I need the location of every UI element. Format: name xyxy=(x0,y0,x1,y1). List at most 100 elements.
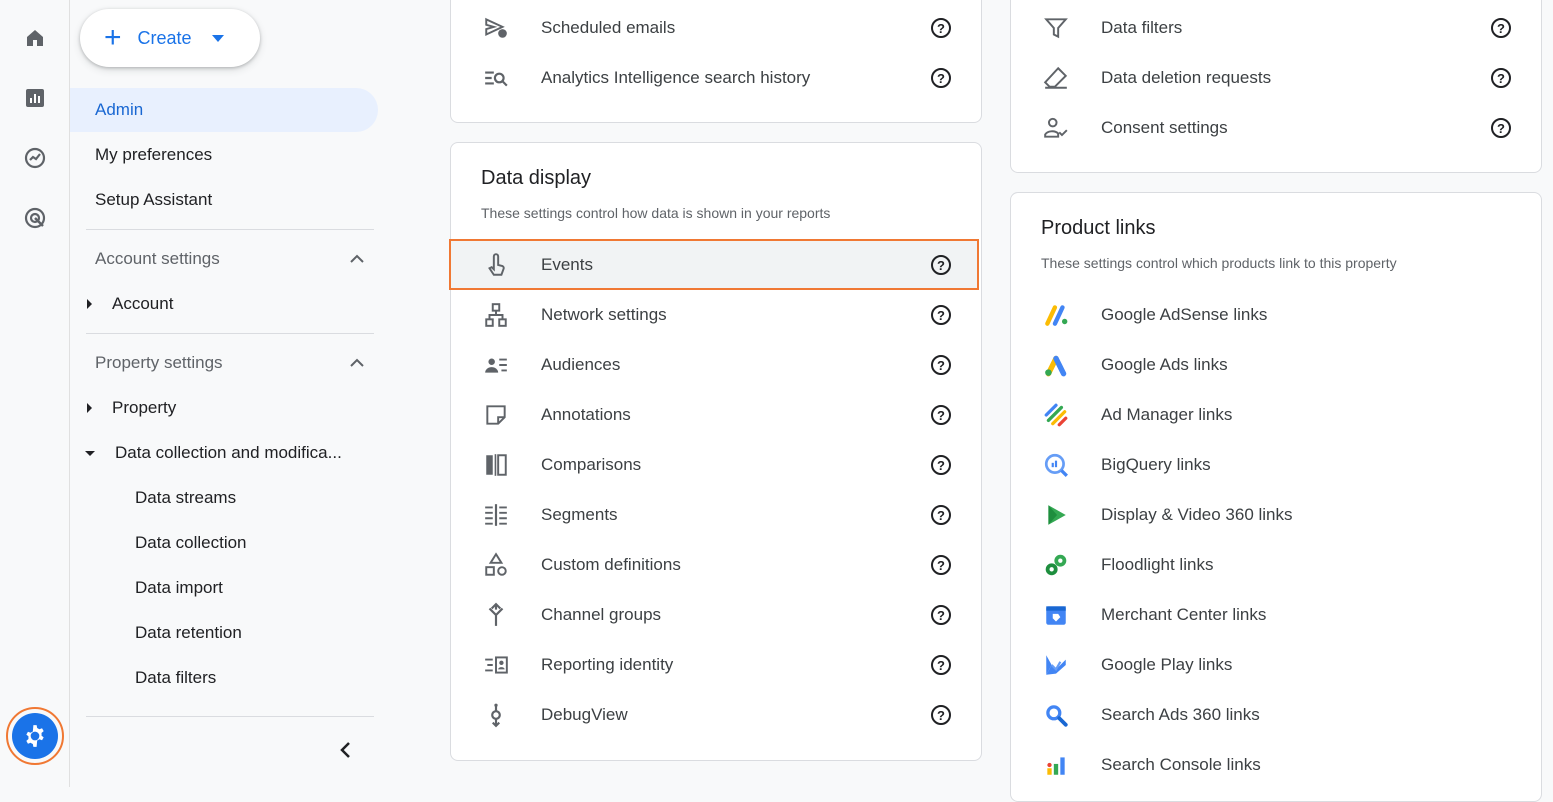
row-label: Ad Manager links xyxy=(1101,405,1233,424)
sidebar-item-data-filters[interactable]: Data filters xyxy=(70,656,378,700)
row-data-deletion-requests[interactable]: Data deletion requests ? xyxy=(1011,53,1541,103)
middle-top-card: Scheduled emails ? Analytics Intelligenc… xyxy=(450,0,982,123)
help-icon[interactable]: ? xyxy=(931,68,951,88)
row-search-console-links[interactable]: Search Console links xyxy=(1011,740,1541,790)
row-consent-settings[interactable]: Consent settings ? xyxy=(1011,103,1541,153)
row-bigquery-links[interactable]: BigQuery links xyxy=(1011,440,1541,490)
row-audiences[interactable]: Audiences ? xyxy=(451,340,981,390)
create-button[interactable]: + Create xyxy=(80,9,260,67)
debug-icon xyxy=(481,700,511,730)
google-play-console-logo-icon xyxy=(1041,650,1071,680)
search-history-icon xyxy=(481,63,511,93)
admin-gear-icon[interactable] xyxy=(12,713,58,759)
google-ads-logo-icon xyxy=(1041,350,1071,380)
search-ads-360-logo-icon xyxy=(1041,700,1071,730)
create-label: Create xyxy=(137,27,192,48)
sidebar-item-label: Data retention xyxy=(135,623,242,642)
collapse-sidebar-chevron-icon[interactable] xyxy=(338,740,352,760)
row-comparisons[interactable]: Comparisons ? xyxy=(451,440,981,490)
identity-icon xyxy=(481,650,511,680)
reports-icon[interactable] xyxy=(15,78,55,118)
row-display-video-360-links[interactable]: Display & Video 360 links xyxy=(1011,490,1541,540)
help-icon[interactable]: ? xyxy=(931,255,951,275)
row-channel-groups[interactable]: Channel groups ? xyxy=(451,590,981,640)
account-settings-header[interactable]: Account settings xyxy=(95,239,365,279)
row-floodlight-links[interactable]: Floodlight links xyxy=(1011,540,1541,590)
help-icon[interactable]: ? xyxy=(931,555,951,575)
sidebar-item-admin[interactable]: Admin xyxy=(70,88,378,132)
row-google-adsense-links[interactable]: Google AdSense links xyxy=(1011,290,1541,340)
divider xyxy=(86,229,374,230)
row-ad-manager-links[interactable]: Ad Manager links xyxy=(1011,390,1541,440)
property-settings-header[interactable]: Property settings xyxy=(95,343,365,383)
help-icon[interactable]: ? xyxy=(931,705,951,725)
filter-icon xyxy=(1041,13,1071,43)
expand-arrow-icon xyxy=(87,299,92,309)
row-label: BigQuery links xyxy=(1101,455,1211,474)
ad-manager-logo-icon xyxy=(1041,400,1071,430)
row-custom-definitions[interactable]: Custom definitions ? xyxy=(451,540,981,590)
explore-icon[interactable] xyxy=(15,138,55,178)
sidebar-item-setup-assistant[interactable]: Setup Assistant xyxy=(70,178,378,222)
card-subtitle: These settings control how data is shown… xyxy=(481,205,831,221)
sidebar-item-data-collection[interactable]: Data collection xyxy=(70,521,378,565)
advertising-icon[interactable] xyxy=(15,198,55,238)
sidebar-item-property[interactable]: Property xyxy=(70,386,378,430)
row-label: Scheduled emails xyxy=(541,18,676,37)
help-icon[interactable]: ? xyxy=(931,305,951,325)
product-links-card: Product links These settings control whi… xyxy=(1010,192,1542,802)
help-icon[interactable]: ? xyxy=(1491,68,1511,88)
help-icon[interactable]: ? xyxy=(931,18,951,38)
chevron-up-icon xyxy=(350,254,364,263)
touch-app-icon xyxy=(481,250,511,280)
help-icon[interactable]: ? xyxy=(1491,18,1511,38)
merge-icon xyxy=(481,600,511,630)
help-icon[interactable]: ? xyxy=(931,655,951,675)
row-label: Search Ads 360 links xyxy=(1101,705,1260,724)
row-annotations[interactable]: Annotations ? xyxy=(451,390,981,440)
row-analytics-intelligence-history[interactable]: Analytics Intelligence search history ? xyxy=(451,53,981,103)
row-label: Reporting identity xyxy=(541,655,674,674)
row-scheduled-emails[interactable]: Scheduled emails ? xyxy=(451,3,981,53)
sidebar-item-label: Data import xyxy=(135,578,223,597)
row-segments[interactable]: Segments ? xyxy=(451,490,981,540)
section-label: Property settings xyxy=(95,353,223,372)
home-icon[interactable] xyxy=(15,18,55,58)
row-label: Display & Video 360 links xyxy=(1101,505,1293,524)
row-network-settings[interactable]: Network settings ? xyxy=(451,290,981,340)
chevron-up-icon xyxy=(350,358,364,367)
help-icon[interactable]: ? xyxy=(931,405,951,425)
sidebar-item-account[interactable]: Account xyxy=(70,282,378,326)
row-search-ads-360-links[interactable]: Search Ads 360 links xyxy=(1011,690,1541,740)
row-label: DebugView xyxy=(541,705,628,724)
row-google-play-links[interactable]: Google Play links xyxy=(1011,640,1541,690)
adsense-logo-icon xyxy=(1041,300,1071,330)
search-console-logo-icon xyxy=(1041,750,1071,780)
help-icon[interactable]: ? xyxy=(931,605,951,625)
row-label: Custom definitions xyxy=(541,555,681,574)
help-icon[interactable]: ? xyxy=(931,505,951,525)
row-label: Search Console links xyxy=(1101,755,1261,774)
sidebar-item-data-import[interactable]: Data import xyxy=(70,566,378,610)
sidebar-item-data-retention[interactable]: Data retention xyxy=(70,611,378,655)
help-icon[interactable]: ? xyxy=(931,355,951,375)
help-icon[interactable]: ? xyxy=(1491,118,1511,138)
sidebar-item-my-preferences[interactable]: My preferences xyxy=(70,133,378,177)
admin-sidebar: + Create Admin My preferences Setup Assi… xyxy=(70,0,380,787)
sidebar-item-label: Account xyxy=(112,294,174,313)
sidebar-item-data-collection-modification[interactable]: Data collection and modifica... xyxy=(70,431,378,475)
row-merchant-center-links[interactable]: Merchant Center links xyxy=(1011,590,1541,640)
sticky-note-icon xyxy=(481,400,511,430)
sidebar-item-data-streams[interactable]: Data streams xyxy=(70,476,378,520)
segment-icon xyxy=(481,500,511,530)
row-data-filters[interactable]: Data filters ? xyxy=(1011,3,1541,53)
row-debugview[interactable]: DebugView ? xyxy=(451,690,981,740)
help-icon[interactable]: ? xyxy=(931,455,951,475)
row-google-ads-links[interactable]: Google Ads links xyxy=(1011,340,1541,390)
row-events[interactable]: Events ? xyxy=(451,240,981,290)
row-label: Floodlight links xyxy=(1101,555,1214,574)
divider xyxy=(86,716,374,717)
row-reporting-identity[interactable]: Reporting identity ? xyxy=(451,640,981,690)
sidebar-item-label: Data collection and modifica... xyxy=(115,443,342,462)
shapes-icon xyxy=(481,550,511,580)
